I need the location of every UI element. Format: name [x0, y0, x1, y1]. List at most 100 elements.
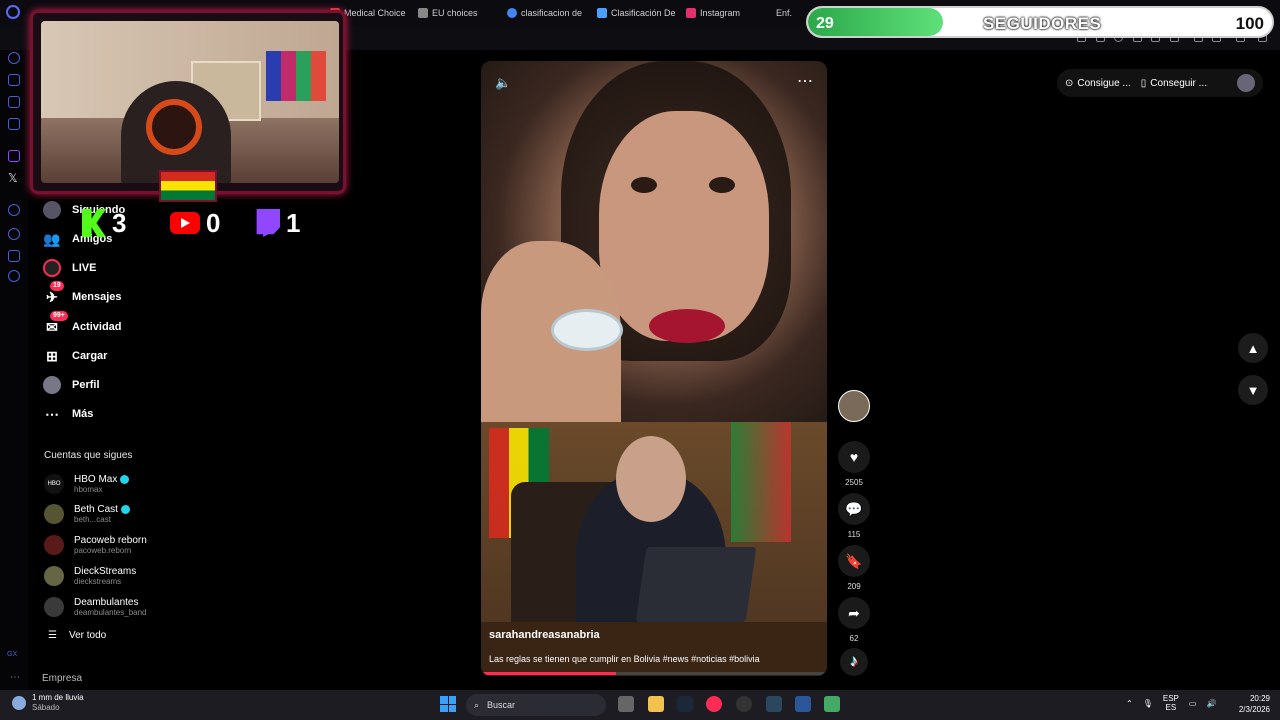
user-avatar[interactable]	[1237, 74, 1255, 92]
messenger-icon[interactable]	[8, 118, 20, 130]
see-all-link[interactable]: ☰ Ver todo	[48, 630, 106, 641]
comment-icon[interactable]: 💬	[838, 493, 870, 525]
account-name: DieckStreams	[74, 566, 137, 577]
lang-code: ESP	[1162, 694, 1179, 703]
task-view-icon[interactable]	[618, 696, 634, 712]
nav-activity[interactable]: ✉ 99+ Actividad	[42, 311, 122, 338]
upload-icon: ⊞	[46, 347, 58, 364]
account-item[interactable]: Pacoweb reborn pacoweb.reborn	[44, 532, 147, 558]
tab-clasificacion[interactable]: clasificacion de	[507, 6, 587, 20]
nav-label: LIVE	[72, 262, 97, 274]
speed-dial-icon[interactable]	[8, 52, 20, 64]
following-avatar-icon	[42, 200, 62, 220]
tab-eu-choices[interactable]: EU choices	[418, 6, 498, 20]
chevron-up-tray-icon[interactable]: ⌃	[1126, 699, 1133, 708]
account-handle: hbomax	[74, 485, 103, 494]
x-twitter-icon[interactable]: 𝕏	[8, 171, 18, 185]
monitor-icon[interactable]: ▭	[1189, 699, 1197, 708]
get-coins-button[interactable]: ⊙ Consigue ...	[1065, 78, 1131, 89]
tab-favicon-icon	[418, 8, 428, 18]
account-name: HBO Max	[74, 474, 130, 485]
tab-label: Clasificación De	[611, 8, 676, 18]
pill-label: Conseguir ...	[1150, 77, 1207, 89]
heart-icon[interactable]: ♥	[838, 441, 870, 473]
account-item[interactable]: Beth Cast beth...cast	[44, 501, 130, 527]
tab-enf[interactable]: Enf.	[776, 6, 806, 20]
nav-more[interactable]: ⋯ Más	[42, 403, 93, 425]
taskbar-clock[interactable]: 20:29 2/3/2026	[1232, 693, 1270, 715]
previous-video-button[interactable]: ▲	[1238, 333, 1268, 363]
tab-instagram[interactable]: Instagram	[686, 6, 766, 20]
more-dots-icon[interactable]: ⋯	[10, 672, 20, 683]
ai-assistant-icon[interactable]	[8, 74, 20, 86]
screen: Medical Choice EU choices clasificacion …	[0, 0, 1280, 720]
next-video-button[interactable]: ▼	[1238, 375, 1268, 405]
extensions-sidebar-icon[interactable]	[8, 250, 20, 262]
search-icon: ⌕	[474, 699, 480, 710]
top-right-actions: ⊙ Consigue ... ▯ Conseguir ...	[1057, 69, 1263, 97]
nav-messages[interactable]: ✈ 19 Mensajes	[42, 281, 122, 308]
language-indicator[interactable]: ESP ES	[1163, 694, 1179, 712]
youtube-count: 0	[206, 207, 221, 238]
steam-icon[interactable]	[677, 696, 693, 712]
comment-action[interactable]: 💬 115	[838, 493, 870, 539]
system-tray: ⌃ 🎙 ESP ES ▭ 🔊	[1126, 694, 1216, 712]
opera-logo-icon[interactable]	[6, 5, 20, 19]
twitch-sidebar-icon[interactable]	[8, 150, 20, 162]
nav-profile[interactable]: Perfil	[42, 374, 100, 396]
tiktok-logo-icon[interactable]: ♪	[840, 648, 868, 676]
taskbar-search[interactable]: ⌕ Buscar	[466, 694, 606, 716]
video-top-frame	[481, 61, 827, 422]
file-explorer-icon[interactable]	[648, 696, 664, 712]
profile-icon	[42, 375, 62, 395]
account-name: Pacoweb reborn	[74, 535, 147, 546]
account-item[interactable]: Deambulantes deambulantes_band	[44, 594, 147, 620]
tab-label: Enf.	[776, 8, 793, 18]
kick-logo-icon	[82, 209, 106, 237]
word-icon[interactable]	[795, 696, 811, 712]
tab-clasificacion-doc[interactable]: Clasificación De	[597, 6, 677, 20]
microphone-icon[interactable]: 🎙	[1143, 699, 1153, 708]
company-link[interactable]: Empresa	[42, 673, 82, 684]
clock-icon[interactable]	[8, 228, 20, 240]
save-action[interactable]: 🔖 209	[838, 545, 870, 591]
weather-widget[interactable]: 1 mm de lluvia Sábado	[12, 693, 84, 713]
verified-icon	[120, 504, 130, 514]
volume-tray-icon[interactable]: 🔊	[1206, 699, 1216, 708]
more-options-icon[interactable]: ⋯	[797, 71, 814, 91]
settings-sidebar-icon[interactable]	[8, 270, 20, 282]
like-action[interactable]: ♥ 2505	[838, 441, 870, 487]
bookmark-icon[interactable]: 🔖	[838, 545, 870, 577]
app-icon[interactable]	[824, 696, 840, 712]
follower-current-count: 29	[816, 15, 834, 32]
history-icon[interactable]	[8, 204, 20, 216]
steam-alt-icon[interactable]	[766, 696, 782, 712]
account-item[interactable]: DieckStreams dieckstreams	[44, 563, 136, 589]
video-progress-fill	[481, 672, 616, 675]
tab-label: clasificacion de	[521, 8, 583, 18]
share-action[interactable]: ➦ 62	[838, 597, 870, 643]
gx-icon[interactable]: GX	[7, 651, 17, 658]
video-author[interactable]: sarahandreasanabria	[489, 629, 600, 641]
phone-icon: ▯	[1140, 77, 1147, 89]
account-item[interactable]: HBO HBO Max hbomax	[44, 471, 130, 497]
opera-gx-icon[interactable]	[706, 696, 722, 712]
nav-upload[interactable]: ⊞ Cargar	[42, 345, 107, 367]
creator-avatar[interactable]	[838, 390, 870, 422]
share-icon[interactable]: ➦	[838, 597, 870, 629]
follower-goal-target: 100	[1235, 14, 1264, 33]
obs-icon[interactable]	[736, 696, 752, 712]
follower-goal-bar: 29 SEGUIDORES 100	[806, 6, 1274, 38]
video-player[interactable]: 🔈 ⋯ sarahandreasanabria Las reglas se ti…	[481, 61, 827, 676]
verified-icon	[120, 474, 130, 484]
nav-live[interactable]: LIVE	[42, 257, 96, 279]
account-name: Beth Cast	[74, 504, 130, 515]
bookmarks-icon[interactable]	[8, 96, 20, 108]
avatar	[44, 566, 64, 586]
volume-icon[interactable]: 🔈	[495, 75, 511, 91]
account-handle: beth...cast	[74, 515, 111, 524]
avatar	[44, 504, 64, 524]
windows-start-icon[interactable]	[440, 696, 456, 712]
video-progress-bar[interactable]	[481, 672, 827, 675]
get-app-button[interactable]: ▯ Conseguir ...	[1141, 78, 1207, 89]
